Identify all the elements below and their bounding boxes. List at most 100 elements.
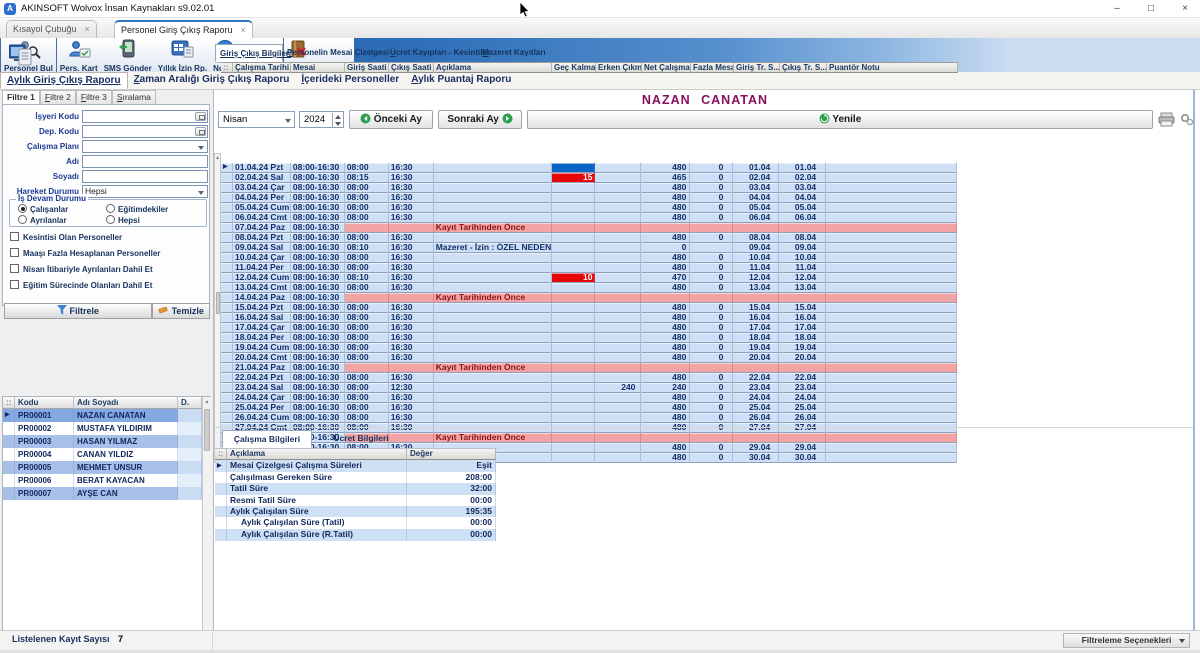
work-row[interactable]: 02.04.24 Sal08:00-16:3008:1516:301546500… [221,173,957,183]
work-cell-in_tr[interactable] [733,223,779,233]
work-cell-mesai[interactable]: 08:00-16:30 [291,333,345,343]
work-cell-ind[interactable] [221,203,233,213]
work-col-header-11[interactable]: Çıkış Tr. S... [780,62,827,73]
work-cell-late[interactable] [552,333,596,343]
work-cell-net[interactable]: 480 [641,323,690,333]
work-cell-in_tr[interactable]: 23.04 [733,383,779,393]
work-row[interactable]: 26.04.24 Cum08:00-16:3008:0016:30480026.… [221,413,957,423]
work-cell-date[interactable]: 12.04.24 Cum [233,273,291,283]
work-cell-date[interactable]: 25.04.24 Per [233,403,291,413]
tab-close-icon[interactable]: × [241,25,246,35]
work-cell-out_tr[interactable]: 26.04 [779,413,826,423]
work-cell-date[interactable]: 03.04.24 Çar [233,183,291,193]
work-cell-net[interactable] [641,293,690,303]
work-cell-mesai[interactable]: 08:00-16:30 [291,183,345,193]
previous-month-button[interactable]: Önceki Ay [349,110,433,129]
work-cell-note[interactable] [434,333,552,343]
work-cell-net[interactable]: 480 [641,423,690,433]
work-cell-note[interactable] [434,343,552,353]
work-cell-in_tr[interactable]: 04.04 [733,193,779,203]
employee-cell-code[interactable]: PR00007 [15,487,74,500]
work-cell-out[interactable]: 16:30 [389,213,434,223]
work-cell-ind[interactable] [221,333,233,343]
work-cell-out_tr[interactable] [779,223,826,233]
work-cell-net[interactable]: 480 [641,253,690,263]
year-spinner[interactable]: 2024 [299,111,344,128]
work-cell-in_tr[interactable]: 22.04 [733,373,779,383]
work-cell-ind[interactable] [221,353,233,363]
work-col-header-9[interactable]: Fazla Mesai [691,62,734,73]
work-cell-ind[interactable] [221,303,233,313]
work-cell-in_tr[interactable]: 01.04 [733,163,779,173]
work-col-header-8[interactable]: Net Çalışma [642,62,691,73]
work-cell-in[interactable]: 08:10 [345,273,389,283]
refresh-button[interactable]: Yenile [527,110,1153,129]
field-3-select[interactable] [82,140,208,153]
work-cell-net[interactable]: 470 [641,273,690,283]
work-cell-out[interactable]: 16:30 [389,403,434,413]
employee-cell-dtari[interactable] [178,448,202,461]
work-cell-date[interactable]: 26.04.24 Cum [233,413,291,423]
work-cell-mesai[interactable]: 08:00-16:30 [291,213,345,223]
work-cell-puantor[interactable] [826,263,957,273]
employee-cell-indicator[interactable] [3,487,15,500]
work-cell-puantor[interactable] [826,183,957,193]
summary-tab-2[interactable]: Ücret Bilgileri [312,430,410,448]
work-cell-out_tr[interactable]: 17.04 [779,323,826,333]
work-cell-overtime[interactable] [690,243,733,253]
work-cell-overtime[interactable]: 0 [690,453,733,463]
work-cell-in[interactable]: 08:00 [345,213,389,223]
work-cell-overtime[interactable]: 0 [690,303,733,313]
work-cell-puantor[interactable] [826,333,957,343]
work-cell-mesai[interactable]: 08:00-16:30 [291,293,345,303]
work-cell-out_tr[interactable]: 05.04 [779,203,826,213]
work-row[interactable]: 24.04.24 Çar08:00-16:3008:0016:30480024.… [221,393,957,403]
close-button[interactable]: × [1170,0,1200,18]
work-cell-puantor[interactable] [826,203,957,213]
employee-cell-indicator[interactable] [3,435,15,448]
work-cell-in_tr[interactable]: 11.04 [733,263,779,273]
work-cell-net[interactable]: 480 [641,403,690,413]
work-col-header-indicator[interactable]: :: [221,62,233,73]
work-cell-puantor[interactable] [826,193,957,203]
employee-cell-code[interactable]: PR00006 [15,474,74,487]
work-cell-late[interactable] [552,453,596,463]
work-cell-date[interactable]: 01.04.24 Pzt [233,163,291,173]
work-cell-out_tr[interactable]: 02.04 [779,173,826,183]
work-cell-early[interactable] [595,373,641,383]
work-cell-out_tr[interactable]: 25.04 [779,403,826,413]
work-cell-in_tr[interactable]: 17.04 [733,323,779,333]
work-row[interactable]: 10.04.24 Çar08:00-16:3008:0016:30480010.… [221,253,957,263]
work-row[interactable]: 19.04.24 Cum08:00-16:3008:0016:30480019.… [221,343,957,353]
work-cell-overtime[interactable]: 0 [690,343,733,353]
work-cell-date[interactable]: 06.04.24 Cmt [233,213,291,223]
work-cell-net[interactable]: 480 [641,283,690,293]
work-cell-out_tr[interactable]: 03.04 [779,183,826,193]
work-cell-in[interactable]: 08:00 [345,283,389,293]
checkbox-2[interactable]: Maaşı Fazla Hesaplanan Personeller [10,248,160,258]
work-cell-mesai[interactable]: 08:00-16:30 [291,283,345,293]
work-cell-note[interactable]: Kayıt Tarihinden Önce [434,293,552,303]
work-cell-early[interactable] [595,243,641,253]
tab-close-icon[interactable]: × [85,24,90,34]
work-cell-out_tr[interactable]: 15.04 [779,303,826,313]
work-cell-overtime[interactable]: 0 [690,263,733,273]
work-cell-overtime[interactable]: 0 [690,253,733,263]
work-cell-mesai[interactable]: 08:00-16:30 [291,173,345,183]
work-cell-in_tr[interactable]: 29.04 [733,443,779,453]
work-cell-late[interactable] [552,443,596,453]
work-cell-late[interactable] [552,203,596,213]
work-cell-late[interactable] [552,293,596,303]
work-cell-puantor[interactable] [826,233,957,243]
work-cell-out_tr[interactable]: 22.04 [779,373,826,383]
employee-col-header-3[interactable]: D. Tari ^ [178,397,202,409]
work-cell-early[interactable] [595,323,641,333]
employee-grid-vscrollbar[interactable]: ▲ ▼ [202,397,211,653]
work-cell-out[interactable]: 12:30 [389,383,434,393]
work-cell-ind[interactable] [221,233,233,243]
work-cell-in_tr[interactable]: 26.04 [733,413,779,423]
field-5-input[interactable] [82,170,208,183]
work-cell-late[interactable] [552,413,596,423]
minimize-button[interactable]: – [1102,0,1132,18]
employee-cell-indicator[interactable] [3,448,15,461]
